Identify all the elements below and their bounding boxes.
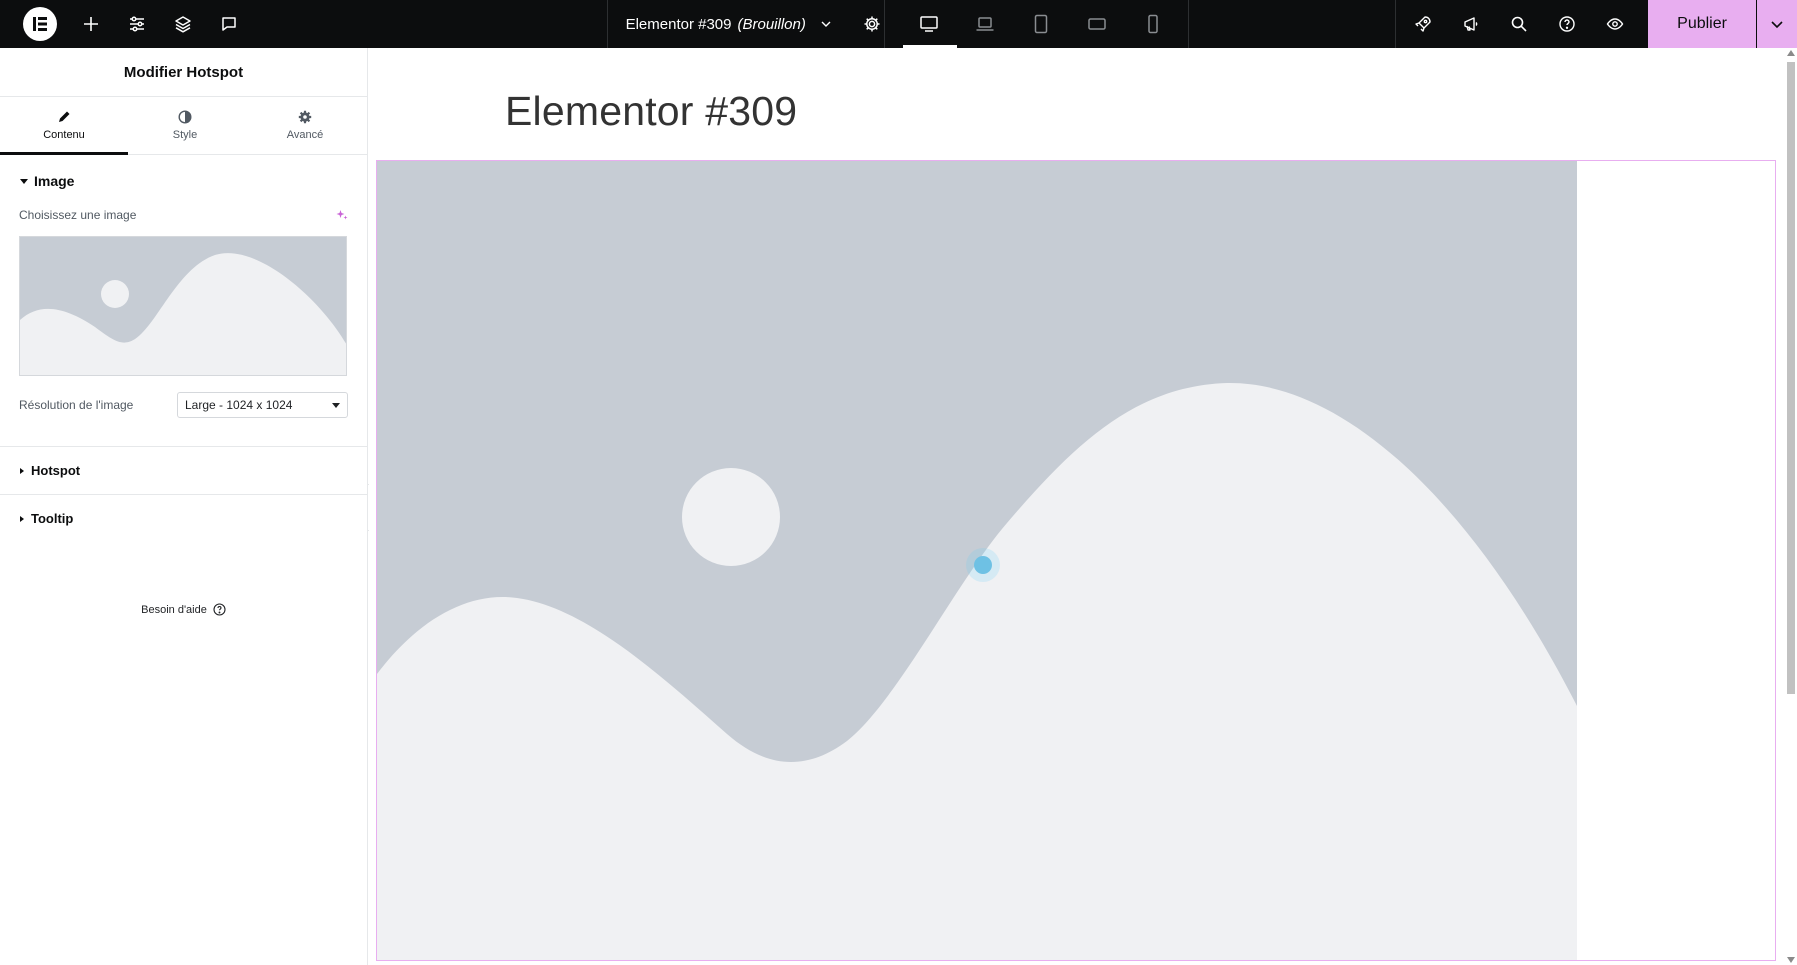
need-help-label: Besoin d'aide xyxy=(141,603,207,616)
add-element-icon[interactable] xyxy=(68,0,114,48)
panel-tabs: Contenu Style Avancé xyxy=(0,97,367,155)
section-tooltip-title: Tooltip xyxy=(31,511,74,526)
document-title-area[interactable]: Elementor #309 (Brouillon) xyxy=(606,0,885,48)
choose-image-label: Choisissez une image xyxy=(19,208,137,222)
half-circle-icon xyxy=(178,110,192,124)
launch-checklist-icon[interactable] xyxy=(1399,0,1447,48)
document-title[interactable]: Elementor #309 (Brouillon) xyxy=(626,16,832,33)
page-title: Elementor #309 xyxy=(505,88,798,134)
hotspot-marker[interactable] xyxy=(966,548,1000,582)
tab-advanced[interactable]: Avancé xyxy=(242,97,368,154)
preview-canvas: Elementor #309 xyxy=(369,48,1785,965)
page-settings-gear-icon[interactable] xyxy=(860,0,884,48)
document-status: (Brouillon) xyxy=(737,15,806,33)
caret-right-icon xyxy=(20,467,24,474)
search-icon[interactable] xyxy=(1495,0,1543,48)
image-resolution-row: Résolution de l'image Large - 1024 x 102… xyxy=(0,392,367,418)
panel-title: Modifier Hotspot xyxy=(0,48,367,97)
image-resolution-value: Large - 1024 x 1024 xyxy=(185,398,293,412)
hotspot-widget[interactable] xyxy=(376,160,1776,961)
section-hotspot-toggle[interactable]: Hotspot xyxy=(0,447,367,494)
image-picker-preview[interactable] xyxy=(19,236,347,376)
publish-options-button[interactable] xyxy=(1757,0,1797,48)
caret-right-icon xyxy=(20,515,24,522)
site-settings-icon[interactable] xyxy=(114,0,160,48)
structure-layers-icon[interactable] xyxy=(160,0,206,48)
ai-sparkle-icon[interactable] xyxy=(336,209,348,221)
document-name: Elementor #309 xyxy=(625,15,732,33)
chevron-down-icon[interactable] xyxy=(820,18,832,30)
tab-style-label: Style xyxy=(172,129,198,141)
gear-icon xyxy=(298,110,312,124)
help-icon xyxy=(213,603,226,616)
need-help-link[interactable]: Besoin d'aide xyxy=(0,603,367,616)
mobile-icon[interactable] xyxy=(1125,0,1181,48)
elementor-logo-icon[interactable] xyxy=(23,7,57,41)
editor-panel: Modifier Hotspot Contenu Style Avancé Im… xyxy=(0,48,368,965)
image-resolution-select[interactable]: Large - 1024 x 1024 xyxy=(177,392,348,418)
pencil-icon xyxy=(57,110,71,124)
tab-content-label: Contenu xyxy=(43,129,85,141)
top-bar-spacer xyxy=(1189,0,1395,48)
top-bar-left-group xyxy=(0,0,607,48)
notes-comments-icon[interactable] xyxy=(206,0,252,48)
responsive-device-switcher xyxy=(885,0,1190,48)
tablet-landscape-icon[interactable] xyxy=(1069,0,1125,48)
caret-down-icon xyxy=(20,178,28,184)
tablet-icon[interactable] xyxy=(1013,0,1069,48)
chevron-down-icon xyxy=(1770,17,1784,31)
top-bar-right-group xyxy=(1395,0,1648,48)
publish-button[interactable]: Publier xyxy=(1648,0,1758,48)
desktop-icon[interactable] xyxy=(901,0,957,48)
preview-eye-icon[interactable] xyxy=(1591,0,1639,48)
section-image-toggle[interactable]: Image xyxy=(0,157,367,205)
scrollbar-thumb[interactable] xyxy=(1787,62,1795,694)
tab-advanced-label: Avancé xyxy=(286,129,324,141)
laptop-icon[interactable] xyxy=(957,0,1013,48)
caret-down-icon xyxy=(332,402,340,408)
section-image-title: Image xyxy=(34,173,75,189)
placeholder-image xyxy=(20,237,346,375)
editor-top-bar: Elementor #309 (Brouillon) Publier xyxy=(0,0,1797,48)
tab-style[interactable]: Style xyxy=(128,97,242,154)
image-control-row: Choisissez une image xyxy=(0,205,367,225)
section-tooltip-toggle[interactable]: Tooltip xyxy=(0,495,367,542)
scroll-up-arrow-icon[interactable] xyxy=(1787,50,1795,56)
help-icon[interactable] xyxy=(1543,0,1591,48)
section-hotspot-title: Hotspot xyxy=(31,463,81,478)
hotspot-dot xyxy=(974,556,992,574)
tab-content[interactable]: Contenu xyxy=(0,97,128,155)
canvas-scrollbar[interactable] xyxy=(1785,48,1797,965)
whats-new-icon[interactable] xyxy=(1447,0,1495,48)
image-resolution-label: Résolution de l'image xyxy=(19,398,134,412)
hotspot-image xyxy=(377,161,1577,960)
scroll-down-arrow-icon[interactable] xyxy=(1787,957,1795,963)
